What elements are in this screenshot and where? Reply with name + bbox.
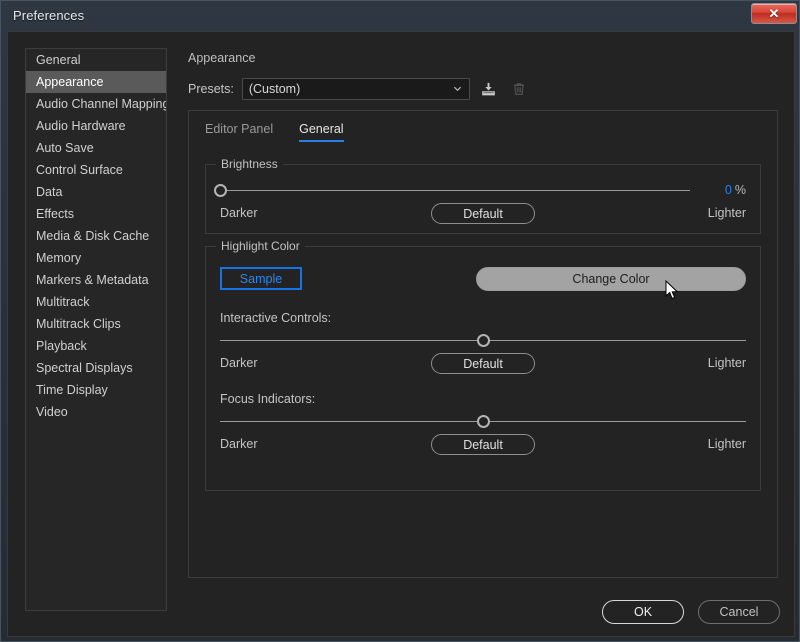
sidebar-item-label: Memory xyxy=(36,251,82,265)
brightness-slider-track[interactable] xyxy=(220,190,690,191)
sidebar-item-label: Audio Channel Mapping xyxy=(36,97,167,111)
preferences-dialog: Preferences ✕ General Appearance Audio Cha… xyxy=(0,0,800,642)
save-preset-icon xyxy=(482,82,496,95)
interactive-controls-lighter-label: Lighter xyxy=(707,356,746,370)
brightness-labels-row: Darker Default Lighter xyxy=(220,203,746,225)
page-title: Appearance xyxy=(188,51,256,65)
category-list[interactable]: General Appearance Audio Channel Mapping Au… xyxy=(25,48,167,611)
delete-preset-button[interactable] xyxy=(508,78,530,100)
sidebar-item-memory[interactable]: Memory xyxy=(26,247,166,269)
focus-indicators-lighter-label: Lighter xyxy=(707,437,746,451)
brightness-value-number: 0 xyxy=(724,183,732,197)
brightness-value[interactable]: 0% xyxy=(725,183,746,197)
presets-dropdown[interactable]: (Custom) xyxy=(241,78,470,100)
sidebar-item-multitrack-clips[interactable]: Multitrack Clips xyxy=(26,313,166,335)
brightness-slider-thumb[interactable] xyxy=(213,183,227,197)
highlight-color-group: Highlight Color Sample Change Color Inte… xyxy=(205,239,761,491)
focus-indicators-darker-label: Darker xyxy=(220,437,258,451)
brightness-group: Brightness 0% Darker Default Lighter xyxy=(205,157,761,234)
focus-indicators-slider[interactable] xyxy=(220,414,746,428)
brightness-value-unit: % xyxy=(734,183,746,197)
sidebar-item-label: Appearance xyxy=(36,75,104,89)
sidebar-item-label: Effects xyxy=(36,207,74,221)
tab-general[interactable]: General xyxy=(299,122,345,142)
title-bar[interactable]: Preferences ✕ xyxy=(1,1,800,29)
interactive-controls-label: Interactive Controls: xyxy=(220,311,332,325)
sample-button[interactable]: Sample xyxy=(220,267,302,290)
interactive-controls-darker-label: Darker xyxy=(220,356,258,370)
cancel-button[interactable]: Cancel xyxy=(698,600,780,624)
dialog-footer: OK Cancel xyxy=(588,600,780,624)
appearance-panel: Appearance Presets: (Custom) Editor Pane… xyxy=(178,42,786,578)
brightness-legend: Brightness xyxy=(216,157,283,171)
sidebar-item-control-surface[interactable]: Control Surface xyxy=(26,159,166,181)
presets-row: Presets: (Custom) xyxy=(188,78,530,100)
sidebar-item-auto-save[interactable]: Auto Save xyxy=(26,137,166,159)
sidebar-item-label: Playback xyxy=(36,339,87,353)
sidebar-item-video[interactable]: Video xyxy=(26,401,166,423)
sidebar-item-label: Video xyxy=(36,405,68,419)
interactive-controls-labels-row: Darker Default Lighter xyxy=(220,353,746,375)
sidebar-item-appearance[interactable]: Appearance xyxy=(26,71,166,93)
trash-icon xyxy=(513,83,524,95)
sidebar-item-audio-hardware[interactable]: Audio Hardware xyxy=(26,115,166,137)
sidebar-item-general[interactable]: General xyxy=(26,49,166,71)
sidebar-item-label: Auto Save xyxy=(36,141,94,155)
sidebar-item-playback[interactable]: Playback xyxy=(26,335,166,357)
interactive-controls-slider-thumb[interactable] xyxy=(476,333,490,347)
sidebar-item-effects[interactable]: Effects xyxy=(26,203,166,225)
sidebar-item-label: General xyxy=(36,53,81,67)
sidebar-item-spectral-displays[interactable]: Spectral Displays xyxy=(26,357,166,379)
brightness-default-button[interactable]: Default xyxy=(431,203,535,224)
sidebar-item-audio-channel-mapping[interactable]: Audio Channel Mapping xyxy=(26,93,166,115)
brightness-lighter-label: Lighter xyxy=(707,206,746,220)
sidebar-item-label: Markers & Metadata xyxy=(36,273,149,287)
focus-indicators-slider-thumb[interactable] xyxy=(476,414,490,428)
ok-button[interactable]: OK xyxy=(602,600,684,624)
sidebar-item-data[interactable]: Data xyxy=(26,181,166,203)
presets-value: (Custom) xyxy=(248,82,301,96)
sidebar-item-media-disk-cache[interactable]: Media & Disk Cache xyxy=(26,225,166,247)
sidebar-item-multitrack[interactable]: Multitrack xyxy=(26,291,166,313)
sidebar-item-markers-metadata[interactable]: Markers & Metadata xyxy=(26,269,166,291)
sidebar-item-label: Time Display xyxy=(36,383,108,397)
sidebar-item-label: Spectral Displays xyxy=(36,361,133,375)
brightness-slider[interactable] xyxy=(213,183,690,197)
close-button[interactable]: ✕ xyxy=(751,3,797,24)
sidebar-item-label: Audio Hardware xyxy=(36,119,126,133)
dialog-body: General Appearance Audio Channel Mapping Au… xyxy=(7,31,795,637)
interactive-controls-slider[interactable] xyxy=(220,333,746,347)
focus-indicators-labels-row: Darker Default Lighter xyxy=(220,434,746,456)
chevron-down-icon xyxy=(453,86,461,92)
sidebar-item-time-display[interactable]: Time Display xyxy=(26,379,166,401)
change-color-button[interactable]: Change Color xyxy=(476,267,746,291)
brightness-darker-label: Darker xyxy=(220,206,258,220)
highlight-color-legend: Highlight Color xyxy=(216,239,305,253)
sidebar-item-label: Multitrack xyxy=(36,295,90,309)
window-title: Preferences xyxy=(13,7,85,23)
tab-bar: Editor Panel General xyxy=(189,111,777,145)
sidebar-item-label: Control Surface xyxy=(36,163,123,177)
tab-card: Editor Panel General Brightness 0% Darker… xyxy=(188,110,778,578)
close-icon: ✕ xyxy=(768,6,780,21)
interactive-controls-default-button[interactable]: Default xyxy=(431,353,535,374)
presets-label: Presets: xyxy=(188,82,234,96)
save-preset-button[interactable] xyxy=(478,78,500,100)
sidebar-item-label: Multitrack Clips xyxy=(36,317,121,331)
sidebar-item-label: Data xyxy=(36,185,63,199)
focus-indicators-label: Focus Indicators: xyxy=(220,392,316,406)
sidebar-item-label: Media & Disk Cache xyxy=(36,229,150,243)
tab-editor-panel[interactable]: Editor Panel xyxy=(205,122,273,141)
focus-indicators-default-button[interactable]: Default xyxy=(431,434,535,455)
